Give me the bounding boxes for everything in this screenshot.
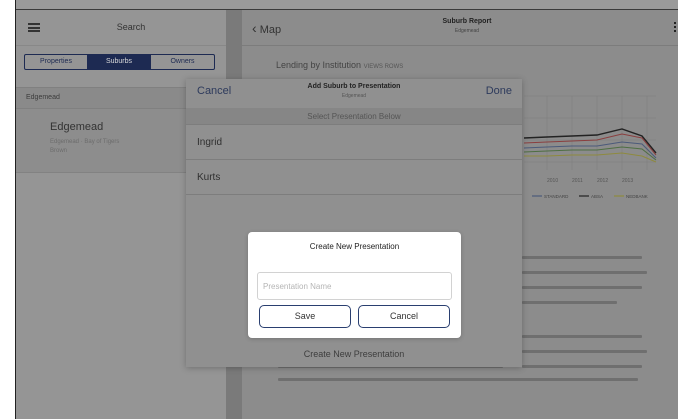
popover-hint: Select Presentation Below <box>186 108 522 125</box>
body-text-line <box>522 271 647 274</box>
segment-suburbs[interactable]: Suburbs <box>88 55 151 69</box>
body-text-line <box>522 335 642 338</box>
popover-subtitle: Edgemead <box>341 93 367 99</box>
chart-x-tick: 2013 <box>622 178 633 184</box>
popover-done-button[interactable]: Done <box>486 85 512 97</box>
popover-header: Cancel Add Suburb to Presentation Edgeme… <box>186 79 522 105</box>
chart-x-tick: 2010 <box>547 178 558 184</box>
chart-series-line <box>524 152 657 163</box>
search-type-segmented-control: Properties Suburbs Owners <box>24 54 215 70</box>
body-text-line <box>522 301 617 304</box>
presentation-name-input[interactable] <box>257 272 452 300</box>
list-item-subtitle: Edgemead · Bay of Tigers Brown <box>50 139 120 154</box>
presentation-name: Ingrid <box>197 137 223 148</box>
create-presentation-dialog: Create New Presentation Save Cancel <box>248 232 461 338</box>
body-text-line <box>522 286 642 289</box>
chart-x-tick: 2012 <box>597 178 608 184</box>
dialog-title: Create New Presentation <box>309 242 400 251</box>
cancel-button[interactable]: Cancel <box>358 305 450 328</box>
body-text-line <box>522 365 642 368</box>
sidebar-title: Search <box>116 22 146 32</box>
legend-entry: NEDBANK <box>626 194 648 199</box>
create-new-presentation-link[interactable]: Create New Presentation <box>186 349 522 359</box>
presentation-name: Kurts <box>197 172 221 183</box>
legend-entry: STANDARD <box>544 194 569 199</box>
list-item-title: Edgemead <box>50 121 104 133</box>
sidebar-header: Search <box>16 10 226 46</box>
body-text-line <box>278 378 638 381</box>
chart-series-line <box>523 128 657 154</box>
body-text-line <box>522 350 647 353</box>
save-button[interactable]: Save <box>259 305 351 328</box>
popover-cancel-button[interactable]: Cancel <box>197 85 231 97</box>
chart-x-tick: 2011 <box>572 178 583 184</box>
presentation-list-item[interactable]: Ingrid <box>186 126 522 160</box>
popover-title: Add Suburb to Presentation <box>307 83 401 90</box>
chart-gridlines <box>524 95 656 170</box>
window-frame-left <box>0 0 16 419</box>
body-text-line <box>522 256 642 259</box>
presentation-list-item[interactable]: Kurts <box>186 161 522 195</box>
segment-properties[interactable]: Properties <box>25 55 88 69</box>
legend-entry: ABSA <box>591 194 603 199</box>
segment-owners[interactable]: Owners <box>151 55 214 69</box>
section-label: Edgemead <box>26 94 60 101</box>
hamburger-menu-icon[interactable] <box>28 23 40 32</box>
chart-series-line <box>523 146 657 161</box>
